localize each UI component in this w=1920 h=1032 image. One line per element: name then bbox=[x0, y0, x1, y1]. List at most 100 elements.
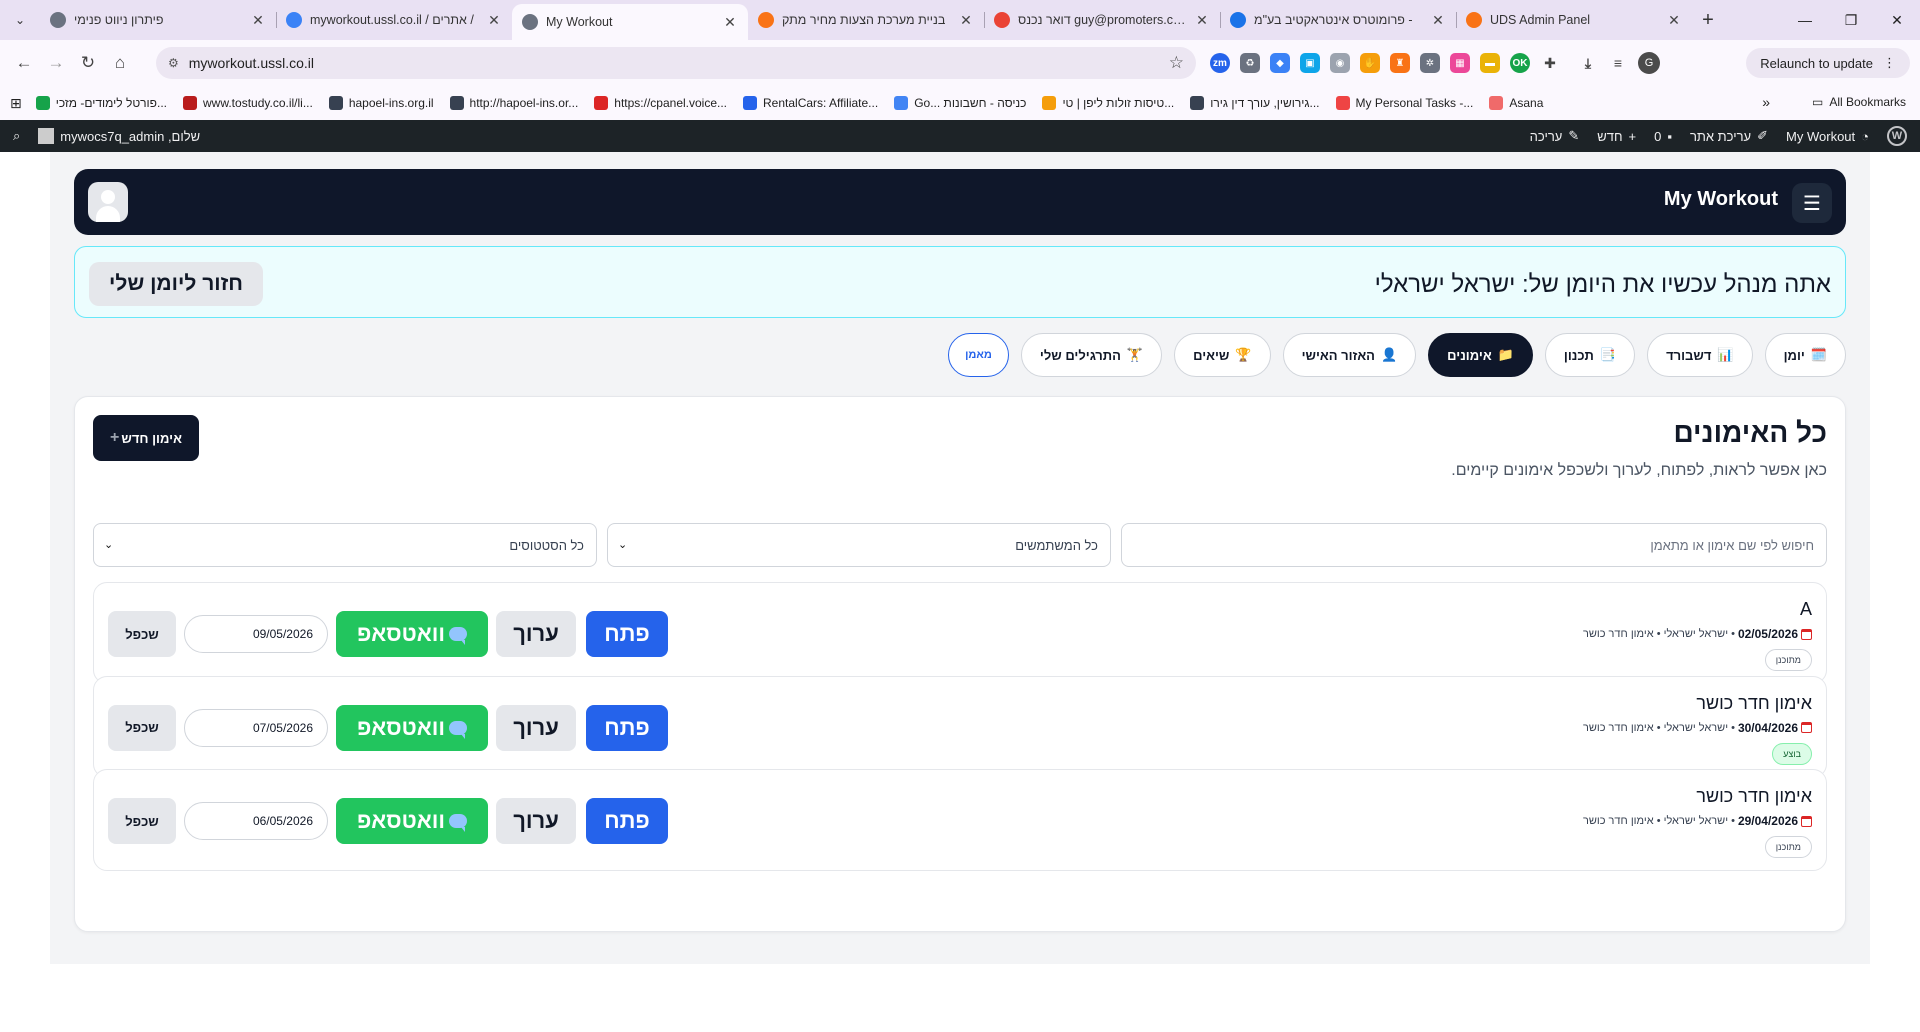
tab-close-icon[interactable]: ✕ bbox=[1194, 12, 1210, 29]
reload-icon[interactable]: ↻ bbox=[72, 47, 104, 79]
folder-icon: ▭ bbox=[1811, 95, 1824, 109]
back-to-my-journal-button[interactable]: חזור ליומן שלי bbox=[89, 262, 263, 306]
bookmark-item[interactable]: hapoel-ins.org.il bbox=[321, 96, 442, 110]
ok-extension-icon[interactable]: OK bbox=[1510, 53, 1530, 73]
bookmark-item[interactable]: http://hapoel-ins.or... bbox=[442, 96, 587, 110]
bookmark-item[interactable]: טיסות זולות ליפן | טי... bbox=[1034, 96, 1182, 110]
recycle-extension-icon[interactable]: ♻ bbox=[1240, 53, 1260, 73]
tag-extension-icon[interactable]: ◆ bbox=[1270, 53, 1290, 73]
grid-extension-icon[interactable]: ▦ bbox=[1450, 53, 1470, 73]
home-icon[interactable]: ⌂ bbox=[104, 47, 136, 79]
browser-tab[interactable]: UDS Admin Panel ✕ bbox=[1456, 0, 1692, 40]
new-tab-button[interactable]: + bbox=[1692, 0, 1724, 40]
tab-close-icon[interactable]: ✕ bbox=[722, 14, 738, 31]
users-filter-select[interactable]: כל המשתמשים ⌄ bbox=[607, 523, 1111, 567]
bookmark-item[interactable]: פורטל לימודים- מזכי... bbox=[28, 96, 175, 110]
profile-avatar[interactable]: G bbox=[1638, 52, 1660, 74]
nav-tab[interactable]: 🏋️ התרגילים שלי bbox=[1020, 333, 1163, 377]
tab-close-icon[interactable]: ✕ bbox=[486, 12, 502, 29]
pencil-icon: ✎ bbox=[1568, 128, 1580, 143]
bookmark-item[interactable]: Go... כניסה - חשבונות bbox=[886, 96, 1034, 110]
more-bookmarks-icon[interactable]: » bbox=[1762, 94, 1770, 110]
nav-tab[interactable]: 🗓️ יומן bbox=[1764, 333, 1846, 377]
bookmark-item[interactable]: www.tostudy.co.il/li... bbox=[175, 96, 321, 110]
wp-new-link[interactable]: חדש + bbox=[1588, 120, 1645, 152]
browser-tab[interactable]: בניית מערכת הצעות מחיר מתק ✕ bbox=[748, 0, 984, 40]
apps-grid-icon[interactable]: ⊞ bbox=[10, 95, 22, 112]
hamburger-menu-icon[interactable]: ☰ bbox=[1792, 183, 1832, 223]
edit-button[interactable]: ערוך bbox=[496, 704, 576, 751]
tab-close-icon[interactable]: ✕ bbox=[958, 12, 974, 29]
puzzle-extensions-icon[interactable]: ✚ bbox=[1540, 53, 1560, 73]
duplicate-date-input[interactable]: 06/05/2026 bbox=[184, 802, 328, 840]
tab-favicon-icon bbox=[994, 12, 1010, 28]
site-info-icon[interactable]: ⚙ bbox=[168, 56, 179, 70]
bookmark-item[interactable]: My Personal Tasks -... bbox=[1328, 96, 1482, 110]
tab-close-icon[interactable]: ✕ bbox=[1666, 12, 1682, 29]
all-bookmarks[interactable]: ▭ All Bookmarks bbox=[1812, 95, 1906, 109]
duplicate-button[interactable]: שכפל bbox=[108, 611, 176, 657]
bookmark-item[interactable]: https://cpanel.voice... bbox=[586, 96, 735, 110]
wp-edit-link[interactable]: עריכה ✎ bbox=[1521, 120, 1589, 152]
bookmark-item[interactable]: RentalCars: Affiliate... bbox=[735, 96, 886, 110]
wp-logo-menu[interactable]: W bbox=[1878, 120, 1916, 152]
media-controls-icon[interactable]: ≡ bbox=[1608, 53, 1628, 73]
whatsapp-button[interactable]: וואטסאפ bbox=[336, 611, 488, 657]
user-avatar[interactable] bbox=[88, 182, 128, 222]
wp-site-name-link[interactable]: My Workout ◔ bbox=[1777, 120, 1878, 152]
relaunch-button[interactable]: Relaunch to update ⋮ bbox=[1746, 48, 1910, 78]
minimize-icon[interactable]: — bbox=[1782, 0, 1828, 40]
card-extension-icon[interactable]: ▬ bbox=[1480, 53, 1500, 73]
bookmark-item[interactable]: גירושין, עורך דין גירו... bbox=[1182, 96, 1327, 110]
wp-comments-link[interactable]: 0 ▪ bbox=[1645, 120, 1681, 152]
search-input[interactable]: חיפוש לפי שם אימון או מתאמן bbox=[1121, 523, 1827, 567]
status-badge: בוצע bbox=[1772, 742, 1812, 765]
browser-tab[interactable]: פרומוטרס אינטראקטיב בע"מ - ✕ bbox=[1220, 0, 1456, 40]
duplicate-date-input[interactable]: 09/05/2026 bbox=[184, 615, 328, 653]
open-button[interactable]: פתח bbox=[586, 798, 668, 844]
duplicate-button[interactable]: שכפל bbox=[108, 704, 176, 751]
nav-tab[interactable]: 🏆 שיאים bbox=[1174, 333, 1271, 377]
browser-tab[interactable]: דואר נכנס guy@promoters.co.il ✕ bbox=[984, 0, 1220, 40]
gear-extension-icon[interactable]: ✲ bbox=[1420, 53, 1440, 73]
browser-tab[interactable]: My Workout ✕ bbox=[512, 4, 748, 40]
close-window-icon[interactable]: ✕ bbox=[1874, 0, 1920, 40]
whatsapp-button[interactable]: וואטסאפ bbox=[336, 798, 488, 844]
edit-button[interactable]: ערוך bbox=[496, 611, 576, 657]
nav-tab[interactable]: 📁 אימונים bbox=[1428, 333, 1533, 377]
bookmark-star-icon[interactable]: ☆ bbox=[1169, 53, 1184, 73]
zoom-extension-icon[interactable]: zm bbox=[1210, 53, 1230, 73]
restore-icon[interactable]: ❐ bbox=[1828, 0, 1874, 40]
duplicate-button[interactable]: שכפל bbox=[108, 798, 176, 844]
edit-button[interactable]: ערוך bbox=[496, 798, 576, 844]
tab-search-chevron-icon[interactable]: ⌄ bbox=[0, 0, 40, 40]
forward-arrow-icon[interactable]: → bbox=[40, 47, 72, 79]
status-filter-select[interactable]: כל הסטטוסים ⌄ bbox=[93, 523, 597, 567]
tab-close-icon[interactable]: ✕ bbox=[250, 12, 266, 29]
back-arrow-icon[interactable]: ← bbox=[8, 47, 40, 79]
nav-tab[interactable]: מאמן bbox=[948, 333, 1009, 377]
download-icon[interactable]: ⤓ bbox=[1578, 53, 1598, 73]
browser-tab[interactable]: myworkout.ussl.co.il / אתרים / ✕ bbox=[276, 0, 512, 40]
wp-edit-site-link[interactable]: עריכת אתר ✐ bbox=[1681, 120, 1777, 152]
nav-tab[interactable]: 📊 דשבורד bbox=[1647, 333, 1753, 377]
wp-account-menu[interactable]: שלום, mywocs7q_admin bbox=[29, 120, 209, 152]
new-workout-button[interactable]: אימון חדש + bbox=[93, 415, 199, 461]
wp-search-icon[interactable]: ⌕ bbox=[4, 120, 29, 152]
chess-extension-icon[interactable]: ♜ bbox=[1390, 53, 1410, 73]
open-button[interactable]: פתח bbox=[586, 611, 668, 657]
wp-greeting: שלום, mywocs7q_admin bbox=[60, 128, 201, 144]
browser-tab[interactable]: פיתרון ניווט פנימי ✕ bbox=[40, 0, 276, 40]
bookmark-item[interactable]: Asana bbox=[1481, 96, 1551, 110]
hand-extension-icon[interactable]: ✋ bbox=[1360, 53, 1380, 73]
whatsapp-button[interactable]: וואטסאפ bbox=[336, 704, 488, 751]
screen-extension-icon[interactable]: ▣ bbox=[1300, 53, 1320, 73]
tab-close-icon[interactable]: ✕ bbox=[1430, 12, 1446, 29]
address-bar[interactable]: ⚙ myworkout.ussl.co.il ☆ bbox=[156, 47, 1196, 79]
nav-tab[interactable]: 📑 תכנון bbox=[1544, 333, 1636, 377]
open-button[interactable]: פתח bbox=[586, 704, 668, 751]
nav-tab[interactable]: 👤 האזור האישי bbox=[1282, 333, 1417, 377]
tab-title: בניית מערכת הצעות מחיר מתק bbox=[782, 13, 946, 27]
camera-extension-icon[interactable]: ◉ bbox=[1330, 53, 1350, 73]
duplicate-date-input[interactable]: 07/05/2026 bbox=[184, 708, 328, 747]
